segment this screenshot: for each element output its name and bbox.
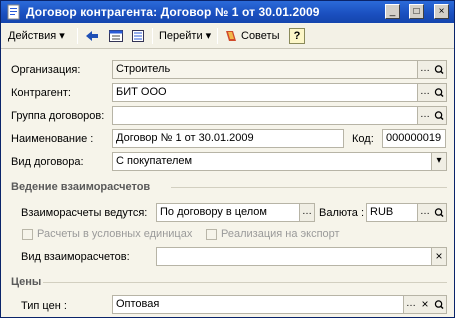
contract-type-label: Вид договора: — [11, 156, 84, 168]
counterparty-open-icon[interactable] — [432, 83, 447, 102]
contract-type-select[interactable]: С покупателем — [112, 152, 432, 171]
name-label: Наименование : — [11, 133, 94, 145]
currency-field[interactable]: RUB — [366, 203, 418, 222]
contract-window: Договор контрагента: Договор № 1 от 30.0… — [0, 0, 455, 318]
list-icon[interactable] — [130, 28, 146, 44]
table-icon[interactable] — [108, 28, 124, 44]
settlements-conducted-label: Взаиморасчеты ведутся: — [21, 207, 148, 219]
contract-group-open-icon[interactable] — [432, 106, 447, 125]
code-label: Код: — [352, 133, 374, 145]
goto-menu[interactable]: Перейти ▾ — [159, 27, 211, 45]
settlements-conducted-field[interactable]: По договору в целом — [156, 203, 300, 222]
previous-arrow-icon[interactable] — [84, 28, 100, 44]
settlements-conducted-select-button[interactable]: … — [300, 203, 315, 222]
tips-button[interactable]: Советы — [241, 27, 279, 45]
organization-label: Организация: — [11, 64, 81, 76]
contract-group-field[interactable] — [112, 106, 418, 125]
code-field[interactable]: 000000019 — [382, 129, 446, 148]
maximize-button[interactable]: □ — [409, 4, 424, 19]
help-button[interactable]: ? — [289, 28, 305, 44]
counterparty-label: Контрагент: — [11, 87, 71, 99]
price-type-label: Тип цен : — [21, 300, 67, 312]
title-bar: Договор контрагента: Договор № 1 от 30.0… — [1, 1, 454, 23]
settlement-kind-clear-button[interactable]: × — [432, 247, 447, 266]
currency-open-icon[interactable] — [432, 203, 447, 222]
price-type-clear-button[interactable]: × — [418, 295, 433, 314]
contract-group-select-button[interactable]: … — [418, 106, 433, 125]
counterparty-select-button[interactable]: … — [418, 83, 433, 102]
price-type-field[interactable]: Оптовая — [112, 295, 404, 314]
minimize-button[interactable]: _ — [385, 4, 400, 19]
close-button[interactable]: × — [434, 4, 449, 19]
window-title: Договор контрагента: Договор № 1 от 30.0… — [26, 5, 320, 19]
contract-type-dropdown-button[interactable]: ▾ — [432, 152, 447, 171]
settlement-kind-label: Вид взаиморасчетов: — [21, 251, 130, 263]
tips-icon — [226, 31, 236, 41]
name-field[interactable]: Договор № 1 от 30.01.2009 — [112, 129, 344, 148]
organization-select-button[interactable]: … — [418, 60, 433, 79]
price-type-open-icon[interactable] — [432, 295, 447, 314]
currency-label: Валюта : — [319, 207, 365, 219]
organization-field[interactable]: Строитель — [112, 60, 418, 79]
currency-select-button[interactable]: … — [418, 203, 433, 222]
export-checkbox[interactable] — [206, 229, 217, 240]
export-label: Реализация на экспорт — [221, 228, 340, 240]
settlements-section-title: Ведение взаиморасчетов — [11, 181, 151, 193]
prices-section-title: Цены — [11, 276, 42, 288]
document-icon — [7, 4, 20, 20]
actions-menu[interactable]: Действия ▾ — [8, 27, 65, 45]
contract-group-label: Группа договоров: — [11, 110, 105, 122]
settlement-kind-field[interactable] — [156, 247, 432, 266]
organization-open-icon[interactable] — [432, 60, 447, 79]
toolbar: Действия ▾ Перейти ▾ Советы ? — [1, 24, 454, 49]
price-type-select-button[interactable]: … — [404, 295, 419, 314]
conditional-units-label: Расчеты в условных единицах — [37, 228, 193, 240]
conditional-units-checkbox[interactable] — [22, 229, 33, 240]
counterparty-field[interactable]: БИТ ООО — [112, 83, 418, 102]
